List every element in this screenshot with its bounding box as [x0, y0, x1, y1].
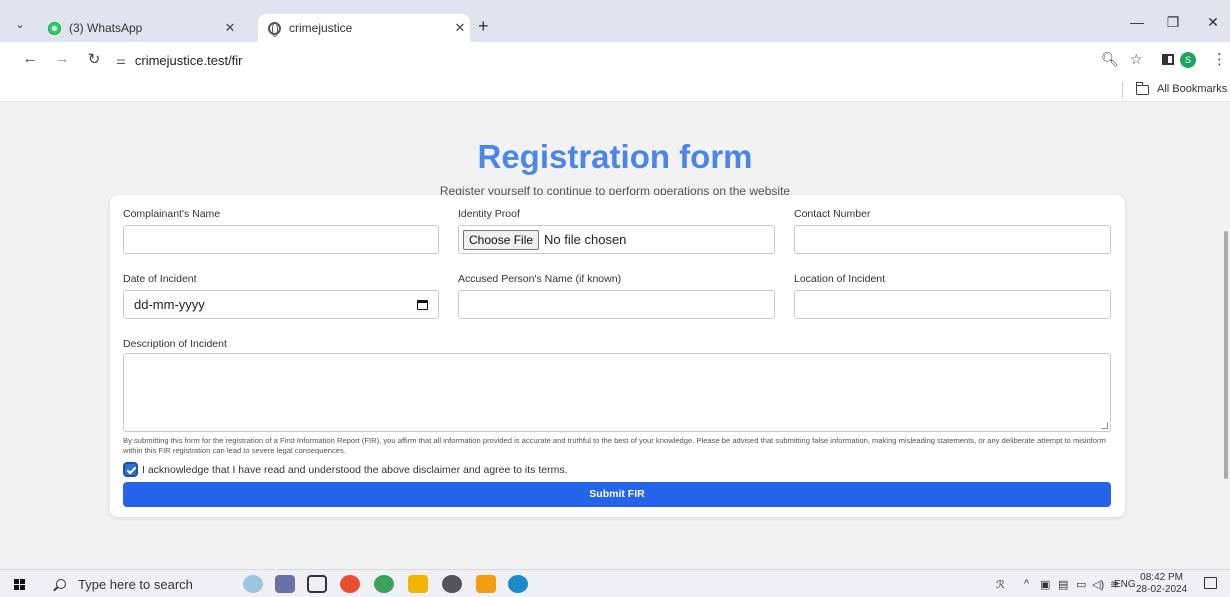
bookmarks-divider — [1122, 82, 1123, 98]
date-of-incident-label: Date of Incident — [123, 273, 197, 285]
tab-whatsapp[interactable]: (3) WhatsApp ✕ — [48, 14, 258, 42]
windows-start-icon[interactable] — [14, 579, 26, 590]
app-icon-2[interactable] — [275, 575, 295, 593]
acknowledge-label[interactable]: I acknowledge that I have read and under… — [142, 464, 568, 476]
edge-icon[interactable] — [508, 575, 528, 593]
tab-title: crimejustice — [289, 21, 353, 35]
identity-proof-label: Identity Proof — [458, 208, 520, 220]
site-settings-icon[interactable]: ⚌ — [116, 54, 126, 67]
battery-icon[interactable]: ▭ — [1076, 578, 1086, 591]
date-placeholder: dd-mm-yyyy — [134, 297, 205, 312]
notification-icon[interactable] — [1204, 577, 1217, 589]
browser-toolbar: ← → ↻ ⚌ crimejustice.test/fir 🔍︎ ☆ S ⋮ — [0, 42, 1230, 78]
description-label: Description of Incident — [123, 338, 227, 350]
close-icon[interactable]: ✕ — [220, 20, 240, 36]
identity-proof-file-input[interactable]: Choose File No file chosen — [458, 225, 775, 254]
tray-icon-2[interactable]: ▤ — [1058, 578, 1068, 591]
back-arrow-icon[interactable]: ← — [20, 50, 40, 67]
side-panel-icon[interactable] — [1162, 54, 1174, 65]
chrome-icon[interactable] — [374, 575, 394, 593]
page-content: Registration form Register yourself to c… — [0, 103, 1230, 569]
new-tab-plus-icon[interactable]: + — [478, 15, 489, 37]
windows-taskbar: Type here to search ℛ ^ ▣ ▤ ▭ ◁) ≋ ENG 0… — [0, 569, 1230, 597]
contact-number-label: Contact Number — [794, 208, 871, 220]
zoom-icon[interactable]: 🔍︎ — [1101, 51, 1119, 68]
clock-time: 08:42 PM — [1140, 572, 1183, 583]
people-icon[interactable]: ℛ — [996, 578, 1005, 591]
calendar-icon[interactable] — [417, 299, 428, 310]
acknowledge-row: I acknowledge that I have read and under… — [123, 462, 568, 477]
complainant-name-input[interactable] — [123, 225, 439, 254]
window-close-icon[interactable]: ✕ — [1200, 14, 1226, 31]
tray-icon-1[interactable]: ▣ — [1040, 578, 1050, 591]
globe-icon — [268, 21, 281, 37]
close-icon[interactable]: ✕ — [450, 20, 470, 36]
bookmark-star-icon[interactable]: ☆ — [1130, 51, 1143, 68]
file-status-text: No file chosen — [544, 232, 627, 247]
restore-icon[interactable]: ❐ — [1160, 14, 1186, 31]
choose-file-button[interactable]: Choose File — [463, 229, 540, 250]
app-icon-4[interactable] — [442, 575, 462, 593]
contact-number-input[interactable] — [794, 225, 1111, 254]
browser-tab-strip: ⌄ (3) WhatsApp ✕ crimejustice ✕ + — ❐ ✕ — [0, 0, 1230, 42]
scrollbar[interactable] — [1224, 231, 1228, 479]
folder-icon[interactable] — [1135, 82, 1149, 95]
minimize-icon[interactable]: — — [1124, 14, 1150, 30]
app-icon-3[interactable] — [340, 575, 360, 593]
app-icon-5[interactable] — [476, 575, 496, 593]
task-view-icon[interactable] — [307, 575, 327, 593]
accused-name-label: Accused Person's Name (if known) — [458, 273, 622, 285]
tab-crimejustice[interactable]: crimejustice ✕ — [258, 14, 470, 42]
profile-avatar[interactable]: S — [1180, 52, 1196, 68]
registration-form-card: Complainant's Name Identity Proof Choose… — [110, 195, 1125, 517]
language-indicator[interactable]: ENG — [1114, 579, 1136, 590]
tray-chevron-icon[interactable]: ^ — [1024, 578, 1029, 590]
resize-handle-icon[interactable] — [1101, 422, 1108, 429]
file-explorer-icon[interactable] — [408, 575, 428, 593]
taskbar-search[interactable]: Type here to search — [48, 572, 226, 596]
accused-name-input[interactable] — [458, 290, 775, 319]
date-of-incident-input[interactable]: dd-mm-yyyy — [123, 290, 439, 319]
more-menu-icon[interactable]: ⋮ — [1212, 50, 1227, 68]
search-icon — [56, 579, 66, 589]
forward-arrow-icon[interactable]: → — [52, 50, 72, 67]
taskbar-search-placeholder: Type here to search — [78, 576, 193, 592]
bookmarks-bar: All Bookmarks — [0, 78, 1230, 102]
tab-title: (3) WhatsApp — [69, 21, 143, 35]
clock-date: 28-02-2024 — [1136, 584, 1188, 595]
whatsapp-icon — [48, 21, 61, 35]
acknowledge-checkbox[interactable] — [123, 462, 138, 477]
url-text: crimejustice.test/fir — [134, 52, 243, 68]
location-label: Location of Incident — [794, 273, 886, 285]
tab-search-chevron-icon[interactable]: ⌄ — [10, 16, 30, 34]
page-title: Registration form — [477, 138, 753, 175]
app-icon-1[interactable] — [243, 575, 263, 593]
address-bar[interactable]: ⚌ crimejustice.test/fir — [116, 48, 1096, 72]
volume-icon[interactable]: ◁) — [1092, 578, 1104, 591]
disclaimer-text: By submitting this form for the registra… — [123, 436, 1106, 455]
location-input[interactable] — [794, 290, 1111, 319]
submit-fir-button[interactable]: Submit FIR — [123, 482, 1111, 507]
clock[interactable]: 08:42 PM 28-02-2024 — [1136, 572, 1187, 596]
all-bookmarks-link[interactable]: All Bookmarks — [1157, 83, 1227, 95]
description-textarea[interactable] — [123, 353, 1111, 432]
complainant-name-label: Complainant's Name — [123, 208, 221, 220]
reload-icon[interactable]: ↻ — [84, 50, 104, 68]
